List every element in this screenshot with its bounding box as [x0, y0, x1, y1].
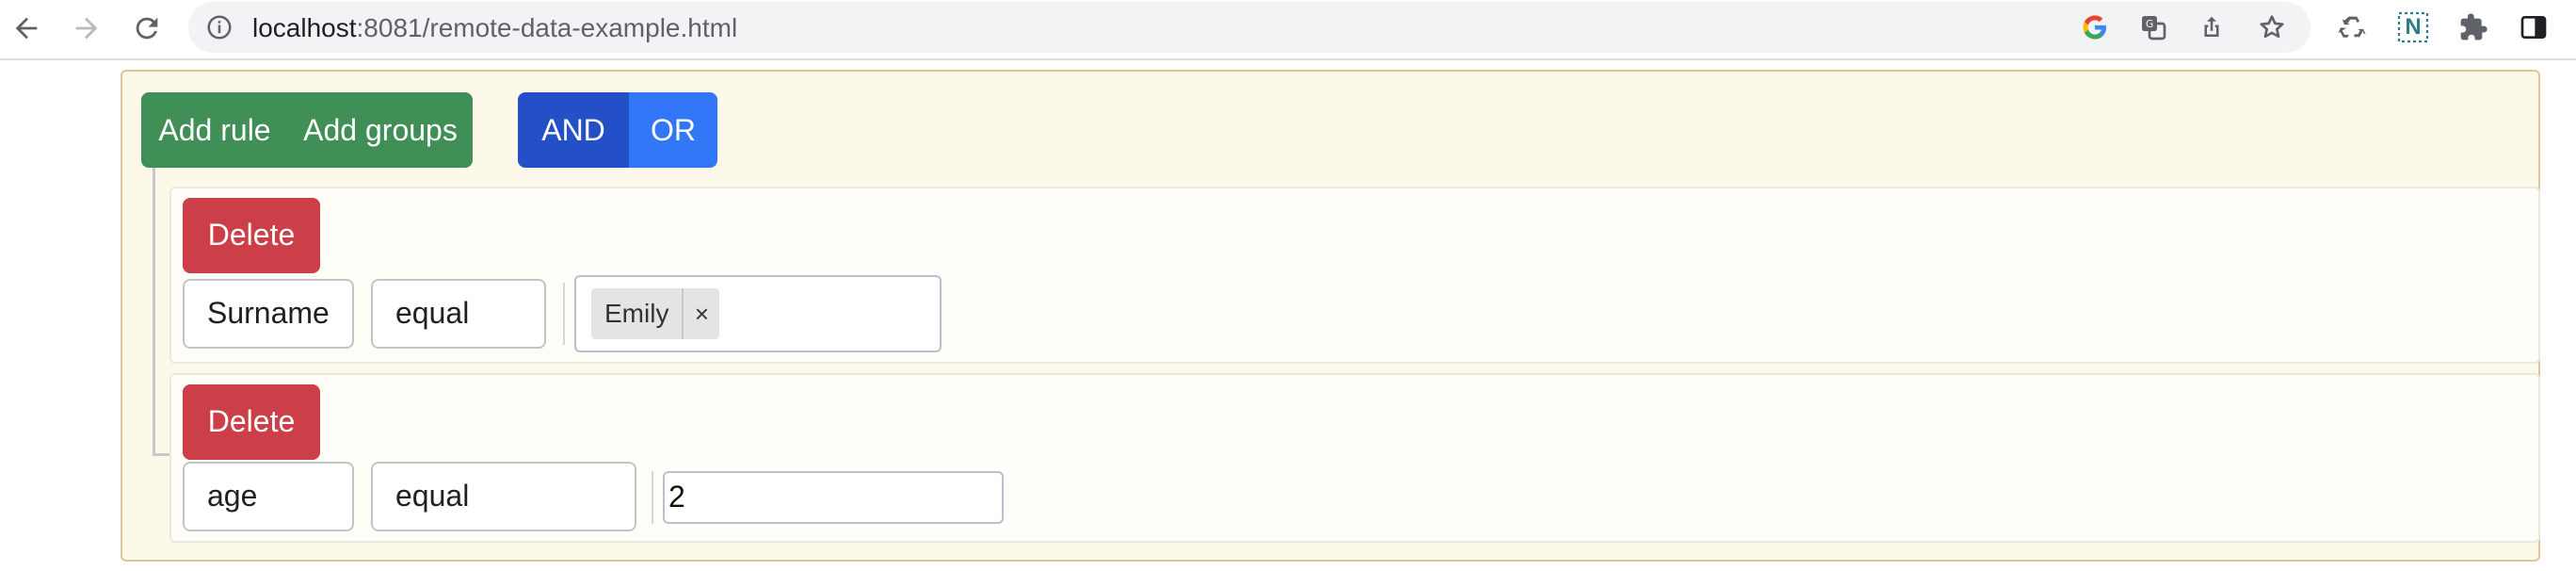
url-text: localhost:8081/remote-data-example.html — [252, 14, 737, 42]
browser-toolbar: localhost:8081/remote-data-example.html … — [0, 0, 2576, 60]
value-separator — [652, 471, 653, 524]
info-icon[interactable] — [205, 13, 233, 41]
delete-rule-button[interactable]: Delete — [183, 198, 320, 273]
svg-text:G: G — [2146, 18, 2153, 30]
value-number-input[interactable]: 2 — [663, 471, 1004, 524]
field-select[interactable]: age — [183, 462, 354, 531]
tree-connector — [153, 168, 155, 456]
n-extension-icon[interactable]: N — [2395, 9, 2431, 45]
remove-tag-icon[interactable]: × — [682, 288, 719, 339]
back-icon — [15, 17, 38, 40]
delete-rule-button[interactable]: Delete — [183, 384, 320, 460]
value-tag: Emily × — [591, 288, 720, 339]
url-path: :8081/remote-data-example.html — [356, 13, 738, 42]
forward-button[interactable] — [66, 8, 107, 49]
puzzle-extensions-icon[interactable] — [2455, 9, 2491, 45]
recycle-extension-icon[interactable] — [2335, 9, 2371, 45]
value-separator — [563, 283, 565, 345]
reload-icon — [136, 17, 158, 40]
condition-and-button[interactable]: AND — [518, 92, 629, 168]
condition-or-button[interactable]: OR — [629, 92, 717, 168]
bookmark-star-icon[interactable] — [2256, 11, 2288, 43]
rule-container: Delete Surname equal Emily × — [169, 187, 2540, 364]
reload-button[interactable] — [126, 8, 168, 49]
add-groups-button[interactable]: Add groups — [288, 92, 473, 168]
value-multiselect[interactable]: Emily × — [574, 275, 942, 352]
n-extension-label: N — [2405, 14, 2422, 40]
add-rule-button[interactable]: Add rule — [141, 92, 288, 168]
operator-select[interactable]: equal — [371, 462, 636, 531]
url-host: localhost — [252, 13, 357, 42]
back-button[interactable] — [6, 8, 47, 49]
operator-select[interactable]: equal — [371, 279, 546, 349]
sidepanel-icon[interactable] — [2516, 9, 2552, 45]
share-icon[interactable] — [2196, 11, 2228, 43]
field-select[interactable]: Surname — [183, 279, 354, 349]
google-icon[interactable] — [2079, 11, 2111, 43]
translate-icon[interactable]: G — [2137, 11, 2169, 43]
tree-connector-branch — [153, 453, 171, 456]
address-bar[interactable]: localhost:8081/remote-data-example.html … — [188, 2, 2310, 53]
rule-container: Delete age equal 2 — [169, 373, 2540, 543]
forward-icon — [75, 17, 98, 40]
value-tag-label: Emily — [604, 299, 669, 328]
